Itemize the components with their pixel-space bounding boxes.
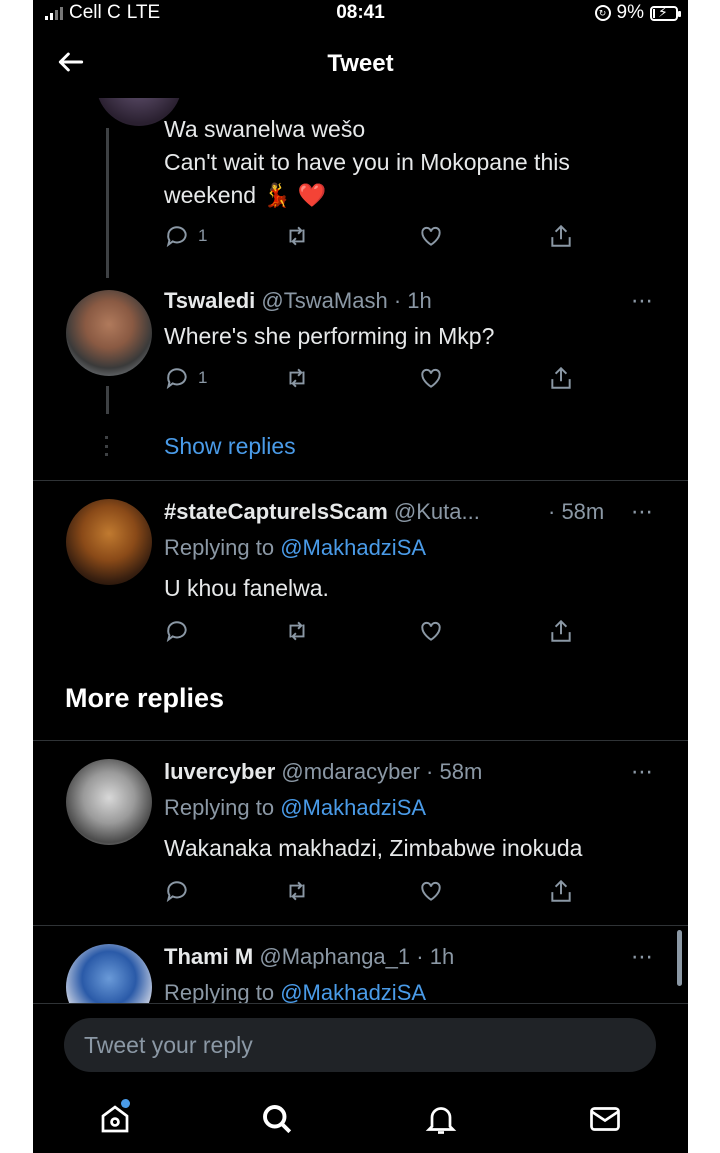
retweet-icon	[289, 368, 305, 388]
tweet-time: · 58m	[548, 499, 605, 524]
tab-home[interactable]	[97, 1099, 137, 1141]
reply-input[interactable]	[64, 1018, 656, 1072]
tweet-reply[interactable]: Tswaledi @TswaMash · 1h ⋯ Where's she pe…	[33, 270, 688, 480]
thread-line	[106, 128, 109, 278]
author-name[interactable]: #stateCaptureIsScam	[164, 499, 388, 524]
tweet-time: · 1h	[416, 944, 455, 969]
tab-search[interactable]	[259, 1101, 299, 1141]
retweet-button[interactable]	[284, 363, 310, 393]
tweet-actions	[164, 876, 584, 906]
tweet-actions: 1	[164, 363, 584, 393]
tweet-text: U khou fanelwa.	[164, 575, 329, 601]
thread-dots-icon	[105, 436, 109, 456]
mention-link[interactable]: @MakhadziSA	[280, 535, 426, 560]
tweet-text: Wa swanelwa wešo Can't wait to have you …	[164, 116, 570, 208]
notification-dot	[121, 1099, 130, 1108]
tweet-thread: Wa swanelwa wešo Can't wait to have you …	[33, 0, 688, 1003]
like-button[interactable]	[418, 363, 444, 393]
share-button[interactable]	[548, 363, 574, 393]
reply-button[interactable]: 1	[164, 221, 207, 251]
heart-icon	[421, 881, 441, 901]
status-bar: Cell C LTE 08:41 ↻ 9% ⚡	[33, 0, 688, 28]
messages-icon	[590, 1107, 620, 1131]
share-icon	[551, 879, 571, 902]
tweet-actions: 1	[164, 221, 584, 251]
avatar[interactable]	[66, 290, 152, 376]
author-name[interactable]: Tswaledi	[164, 288, 255, 313]
rotation-lock-icon: ↻	[594, 5, 611, 21]
tab-messages[interactable]	[587, 1101, 627, 1141]
tab-bar	[33, 1083, 688, 1153]
battery-percent: 9%	[616, 2, 644, 23]
mention-link[interactable]: @MakhadziSA	[280, 795, 426, 820]
author-name[interactable]: luvercyber	[164, 759, 275, 784]
tweet-reply[interactable]: luvercyber @mdaracyber · 58m ⋯ Replying …	[33, 741, 688, 925]
retweet-icon	[289, 881, 305, 901]
show-replies-link[interactable]: Show replies	[164, 433, 296, 460]
like-button[interactable]	[418, 221, 444, 251]
tweet-time: · 1h	[393, 288, 432, 313]
tweet-time: · 58m	[426, 759, 483, 784]
tweet-text: Wakanaka makhadzi, Zimbabwe inokuda	[164, 835, 583, 861]
share-icon	[551, 619, 571, 642]
replying-to: Replying to @MakhadziSA	[164, 980, 427, 1003]
more-replies-heading: More replies	[65, 683, 225, 713]
phone-screen: Wa swanelwa wešo Can't wait to have you …	[33, 0, 688, 1153]
like-button[interactable]	[418, 876, 444, 906]
tweet-reply[interactable]: Thami M @Maphanga_1 · 1h ⋯ Replying to @…	[33, 926, 688, 1003]
retweet-icon	[289, 621, 305, 641]
retweet-button[interactable]	[284, 616, 310, 646]
like-button[interactable]	[418, 616, 444, 646]
tab-notifications[interactable]	[423, 1101, 463, 1141]
tweet-actions	[164, 616, 584, 646]
author-handle[interactable]: @TswaMash	[261, 288, 387, 313]
replying-to: Replying to @MakhadziSA	[164, 795, 427, 820]
share-button[interactable]	[548, 616, 574, 646]
reply-button[interactable]	[164, 876, 190, 906]
scrollbar[interactable]	[677, 930, 682, 986]
heart-icon	[421, 226, 441, 246]
share-button[interactable]	[548, 221, 574, 251]
reply-button[interactable]: 1	[164, 363, 207, 393]
reply-icon	[166, 621, 187, 643]
reply-icon	[166, 368, 187, 390]
reply-icon	[166, 881, 187, 903]
more-options-icon[interactable]: ⋯	[631, 944, 654, 970]
share-icon	[551, 366, 571, 389]
share-icon	[551, 224, 571, 247]
avatar[interactable]	[66, 944, 152, 1003]
reply-button[interactable]	[164, 616, 190, 646]
more-options-icon[interactable]: ⋯	[631, 499, 654, 525]
notifications-icon	[425, 1107, 457, 1134]
heart-icon	[421, 621, 441, 641]
header: Tweet	[33, 28, 688, 98]
retweet-icon	[289, 226, 305, 246]
author-handle[interactable]: @Kuta...	[394, 499, 480, 524]
battery-icon: ⚡	[650, 4, 681, 21]
avatar[interactable]	[66, 499, 152, 585]
author-handle[interactable]: @mdaracyber	[281, 759, 420, 784]
reply-icon	[166, 226, 187, 248]
reply-bar	[33, 1003, 688, 1084]
mention-link[interactable]: @MakhadziSA	[280, 980, 426, 1003]
clock: 08:41	[336, 2, 385, 23]
heart-icon	[421, 368, 441, 388]
author-handle[interactable]: @Maphanga_1	[259, 944, 410, 969]
page-title: Tweet	[327, 50, 394, 77]
avatar[interactable]	[66, 759, 152, 845]
retweet-button[interactable]	[284, 876, 310, 906]
retweet-button[interactable]	[284, 221, 310, 251]
share-button[interactable]	[548, 876, 574, 906]
tweet-reply[interactable]: #stateCaptureIsScam @Kuta... · 58m ⋯ Rep…	[33, 481, 688, 661]
more-options-icon[interactable]: ⋯	[631, 288, 654, 314]
author-name[interactable]: Thami M	[164, 944, 253, 969]
more-options-icon[interactable]: ⋯	[631, 759, 654, 785]
search-icon	[263, 1105, 292, 1134]
tweet-text: Where's she performing in Mkp?	[164, 323, 495, 349]
replying-to: Replying to @MakhadziSA	[164, 535, 427, 560]
thread-line	[106, 386, 109, 414]
